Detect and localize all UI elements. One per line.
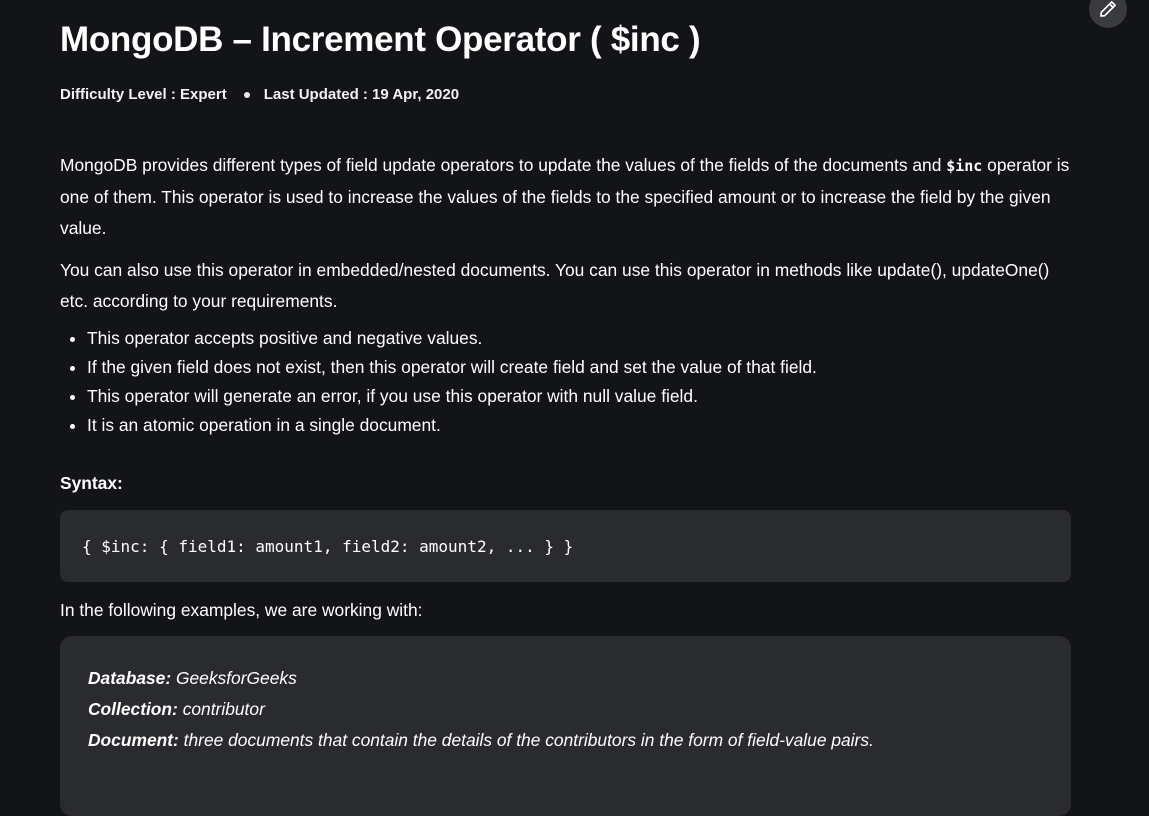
example-info-box: Database: GeeksforGeeks Collection: cont… <box>60 636 1071 816</box>
document-row: Document: three documents that contain t… <box>88 730 874 750</box>
syntax-code-block: { $inc: { field1: amount1, field2: amoun… <box>60 510 1071 582</box>
list-item: It is an atomic operation in a single do… <box>87 411 1071 440</box>
database-row: Database: GeeksforGeeks <box>88 668 297 688</box>
examples-intro: In the following examples, we are workin… <box>60 600 423 620</box>
page-title: MongoDB – Increment Operator ( $inc ) <box>60 20 701 59</box>
intro-paragraph: MongoDB provides different types of fiel… <box>60 155 1070 238</box>
difficulty-level: Difficulty Level : Expert <box>60 86 227 103</box>
syntax-heading: Syntax: <box>60 473 123 493</box>
last-updated: Last Updated : 19 Apr, 2020 <box>263 86 460 103</box>
list-item: This operator accepts positive and negat… <box>87 324 1071 353</box>
list-item: This operator will generate an error, if… <box>87 382 1071 411</box>
inline-code-inc: $inc <box>946 157 983 175</box>
collection-row: Collection: contributor <box>88 699 265 719</box>
syntax-code: { $inc: { field1: amount1, field2: amoun… <box>82 536 574 556</box>
article-content: MongoDB provides different types of fiel… <box>60 150 1071 440</box>
nested-docs-paragraph: You can also use this operator in embedd… <box>60 260 1050 311</box>
article-meta: Difficulty Level : Expert Last Updated :… <box>60 86 459 103</box>
list-item: If the given field does not exist, then … <box>87 353 1071 382</box>
edit-button[interactable] <box>1089 0 1127 28</box>
pencil-icon <box>1100 1 1116 17</box>
meta-separator-dot <box>243 91 250 98</box>
properties-list: This operator accepts positive and negat… <box>60 324 1071 440</box>
